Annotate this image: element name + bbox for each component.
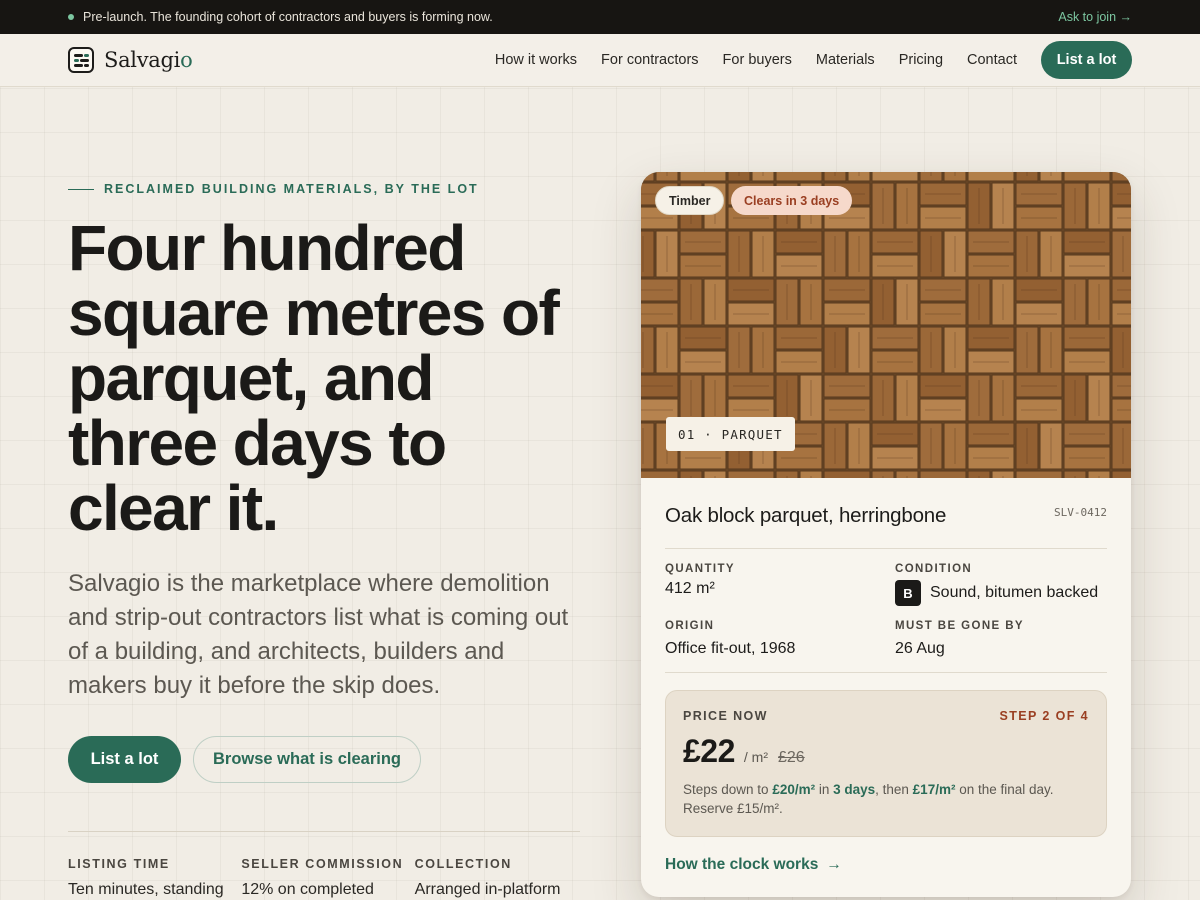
main-nav: Salvagio How it works For contractors Fo… — [0, 34, 1200, 87]
stat-value: Ten minutes, standing — [68, 881, 224, 898]
lot-image: Timber Clears in 3 days 01 · PARQUET — [641, 172, 1131, 478]
urgency-chip: Clears in 3 days — [731, 186, 853, 215]
field-label: ORIGIN — [665, 620, 715, 632]
field-label: QUANTITY — [665, 563, 735, 575]
announcement-bar: Pre-launch. The founding cohort of contr… — [0, 0, 1200, 34]
condition-field: CONDITION B Sound, bitumen backed — [895, 563, 1107, 606]
lot-title-row: Oak block parquet, herringbone SLV-0412 — [665, 504, 1107, 528]
lot-title: Oak block parquet, herringbone — [665, 504, 947, 527]
list-a-lot-nav-button[interactable]: List a lot — [1041, 41, 1132, 79]
hero-stats: LISTING TIME Ten minutes, standing SELLE… — [68, 857, 588, 899]
quantity-field: QUANTITY 412 m² — [665, 563, 895, 606]
lot-card[interactable]: Timber Clears in 3 days 01 · PARQUET Oak… — [641, 172, 1131, 897]
card-divider — [665, 672, 1107, 673]
ask-to-join-link[interactable]: Ask to join → — [1058, 10, 1132, 24]
price-unit: / m² — [743, 749, 768, 765]
price-row: £22 / m² £26 — [683, 733, 1089, 770]
salvagio-logo-icon — [68, 47, 94, 73]
stat-value: 12% on completed — [241, 881, 374, 898]
current-price: £22 — [683, 733, 735, 769]
stat-value: Arranged in-platform — [414, 881, 561, 898]
price-label: PRICE NOW — [683, 709, 768, 723]
nav-links: How it works For contractors For buyers … — [471, 41, 1132, 79]
field-label: CONDITION — [895, 563, 973, 575]
price-schedule-note: Steps down to £20/m² in 3 days, then £17… — [683, 782, 1054, 816]
nav-link-for-buyers[interactable]: For buyers — [723, 52, 792, 68]
browse-clearing-button[interactable]: Browse what is clearing — [193, 736, 421, 783]
status-dot-icon — [68, 14, 74, 20]
nav-link-how-it-works[interactable]: How it works — [495, 52, 577, 68]
list-a-lot-button[interactable]: List a lot — [68, 736, 181, 783]
condition-text: Sound, bitumen backed — [930, 584, 1099, 601]
lot-sku: SLV-0412 — [1054, 506, 1107, 519]
nav-link-contact[interactable]: Contact — [967, 52, 1017, 68]
announcement-text: Pre-launch. The founding cohort of contr… — [83, 10, 493, 24]
lot-plate: 01 · PARQUET — [666, 417, 795, 451]
stat-listing-time: LISTING TIME Ten minutes, standing — [68, 857, 241, 899]
hero-ctas: List a lot Browse what is clearing — [68, 736, 588, 783]
hero: RECLAIMED BUILDING MATERIALS, BY THE LOT… — [68, 160, 588, 899]
previous-price: £26 — [778, 749, 805, 766]
nav-link-for-contractors[interactable]: For contractors — [601, 52, 699, 68]
eyebrow-text: RECLAIMED BUILDING MATERIALS, BY THE LOT — [104, 182, 479, 196]
stat-collection: COLLECTION Arranged in-platform — [415, 857, 588, 899]
field-value: Office fit-out, 1968 — [665, 640, 796, 657]
logo[interactable]: Salvagio — [68, 47, 193, 73]
logo-wordmark: Salvagio — [104, 48, 193, 72]
origin-field: ORIGIN Office fit-out, 1968 — [665, 620, 895, 658]
hero-divider — [68, 831, 580, 832]
lot-fields: QUANTITY 412 m² CONDITION B Sound, bitum… — [665, 563, 1107, 658]
arrow-right-icon: → — [826, 856, 842, 873]
nav-link-materials[interactable]: Materials — [816, 52, 875, 68]
hero-eyebrow: RECLAIMED BUILDING MATERIALS, BY THE LOT — [68, 182, 588, 196]
hero-lede: Salvagio is the marketplace where demoli… — [68, 570, 569, 699]
hero-headline: Four hundred square metres of parquet, a… — [68, 212, 560, 544]
condition-grade-badge: B — [895, 580, 921, 606]
card-divider — [665, 548, 1107, 549]
price-header: PRICE NOW STEP 2 OF 4 — [683, 709, 1089, 723]
clock-link-text: How the clock works — [665, 856, 819, 873]
reserve-price: Reserve £15/m². — [683, 801, 783, 816]
field-label: MUST BE GONE BY — [895, 620, 1024, 632]
field-value: 26 Aug — [895, 640, 945, 657]
price-step: STEP 2 OF 4 — [999, 709, 1089, 723]
deadline-field: MUST BE GONE BY 26 Aug — [895, 620, 1107, 658]
eyebrow-rule — [68, 188, 94, 190]
nav-link-pricing[interactable]: Pricing — [899, 52, 943, 68]
lot-details: Oak block parquet, herringbone SLV-0412 … — [641, 504, 1131, 874]
field-value: B Sound, bitumen backed — [895, 580, 1107, 606]
how-the-clock-works-link[interactable]: How the clock works → — [665, 856, 1107, 874]
price-box: PRICE NOW STEP 2 OF 4 £22 / m² £26 Steps… — [665, 690, 1107, 837]
category-chip[interactable]: Timber — [655, 186, 725, 215]
stat-label: SELLER COMMISSION — [241, 857, 404, 871]
stat-seller-commission: SELLER COMMISSION 12% on completed — [241, 857, 414, 899]
stat-label: LISTING TIME — [68, 857, 170, 871]
field-value: 412 m² — [665, 580, 715, 597]
stat-label: COLLECTION — [414, 857, 512, 871]
